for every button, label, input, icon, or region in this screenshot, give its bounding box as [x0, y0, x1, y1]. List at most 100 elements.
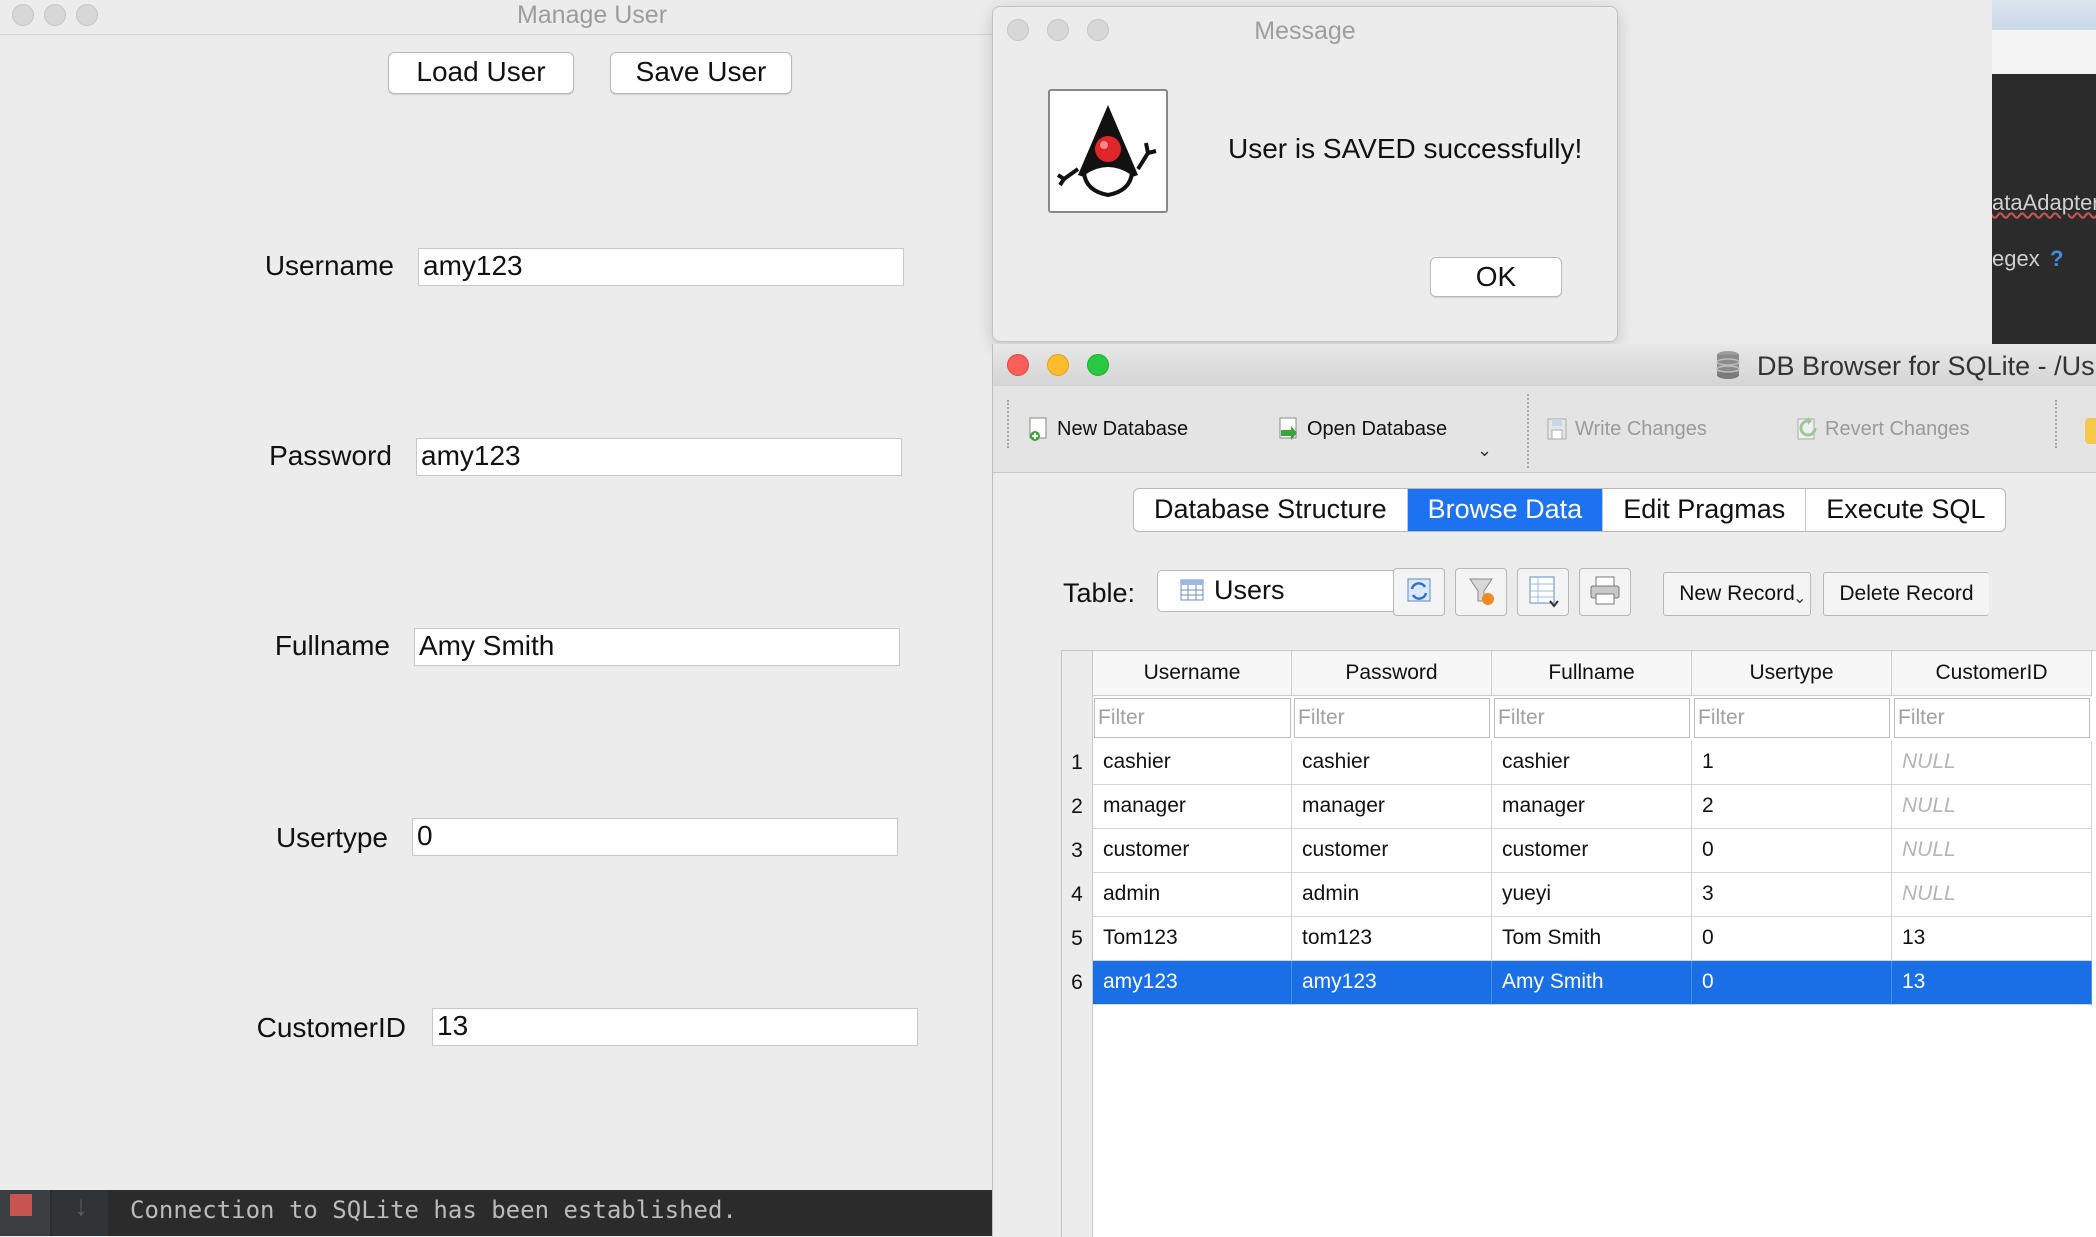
- fullname-label: Fullname: [274, 630, 390, 661]
- revert-changes-button[interactable]: Revert Changes: [1795, 416, 1970, 442]
- ok-button[interactable]: OK: [1430, 257, 1562, 297]
- column-header-fullname[interactable]: Fullname: [1492, 651, 1692, 696]
- filter-username[interactable]: Filter: [1094, 698, 1291, 738]
- table-cell[interactable]: cashier: [1492, 741, 1692, 785]
- open-database-button[interactable]: Open Database: [1277, 416, 1447, 442]
- delete-record-button[interactable]: Delete Record: [1823, 572, 1989, 616]
- save-user-button[interactable]: Save User: [610, 52, 792, 94]
- table-cell[interactable]: 0: [1692, 829, 1892, 873]
- table-cell[interactable]: manager: [1492, 785, 1692, 829]
- clear-filters-button[interactable]: [1455, 568, 1507, 616]
- filter-password[interactable]: Filter: [1294, 698, 1490, 738]
- table-cell-selected[interactable]: amy123: [1292, 961, 1492, 1005]
- table-cell[interactable]: Tom Smith: [1492, 917, 1692, 961]
- row-number[interactable]: 3: [1062, 829, 1092, 873]
- table-cell[interactable]: manager: [1093, 785, 1292, 829]
- tab-edit-pragmas[interactable]: Edit Pragmas: [1603, 489, 1807, 531]
- load-user-button[interactable]: Load User: [388, 52, 574, 94]
- table-cell[interactable]: Tom123: [1093, 917, 1292, 961]
- open-database-label: Open Database: [1307, 417, 1448, 440]
- table-cell[interactable]: customer: [1093, 829, 1292, 873]
- db-browser-titlebar: DB Browser for SQLite - /Us: [993, 344, 2096, 387]
- table-cell[interactable]: admin: [1292, 873, 1492, 917]
- table-cell-selected[interactable]: 13: [1892, 961, 2092, 1005]
- new-record-button[interactable]: New Record: [1663, 572, 1811, 616]
- table-cell[interactable]: NULL: [1892, 785, 2092, 829]
- revert-changes-label: Revert Changes: [1825, 417, 1970, 440]
- row-number[interactable]: 6: [1062, 961, 1092, 1005]
- username-label: Username: [264, 250, 394, 281]
- new-record-menu-arrow-icon[interactable]: ⌄: [1793, 588, 1806, 608]
- table-cell[interactable]: customer: [1292, 829, 1492, 873]
- fullname-field[interactable]: Amy Smith: [414, 628, 900, 666]
- customerid-field[interactable]: 13: [432, 1008, 918, 1046]
- password-label: Password: [269, 440, 392, 471]
- column-header-customerid[interactable]: CustomerID: [1892, 651, 2092, 696]
- table-cell[interactable]: 1: [1692, 741, 1892, 785]
- refresh-button[interactable]: [1393, 568, 1445, 616]
- save-table-button[interactable]: [1517, 568, 1569, 616]
- new-database-icon: [1027, 416, 1051, 442]
- data-grid: Username Password Fullname Usertype Cust…: [1061, 650, 2096, 1237]
- tab-database-structure[interactable]: Database Structure: [1134, 489, 1408, 531]
- database-icon: [1716, 351, 1740, 379]
- table-cell[interactable]: manager: [1292, 785, 1492, 829]
- write-changes-button[interactable]: Write Changes: [1545, 416, 1707, 442]
- revert-changes-icon: [1795, 416, 1819, 442]
- table-cell-selected[interactable]: Amy Smith: [1492, 961, 1692, 1005]
- row-number[interactable]: 2: [1062, 785, 1092, 829]
- filter-fullname[interactable]: Filter: [1494, 698, 1690, 738]
- row-number[interactable]: 1: [1062, 741, 1092, 785]
- toolbar-overflow-icon[interactable]: [2085, 418, 2096, 444]
- column-header-usertype[interactable]: Usertype: [1692, 651, 1892, 696]
- scroll-down-arrow-icon[interactable]: ↓: [66, 1190, 96, 1230]
- table-cell[interactable]: 0: [1692, 917, 1892, 961]
- table-cell[interactable]: tom123: [1292, 917, 1492, 961]
- write-changes-label: Write Changes: [1575, 417, 1707, 440]
- console-panel: ↓ Connection to SQLite has been establis…: [0, 1190, 992, 1236]
- table-cell[interactable]: customer: [1492, 829, 1692, 873]
- stop-icon[interactable]: [10, 1194, 32, 1216]
- column-header-username[interactable]: Username: [1093, 651, 1292, 696]
- table-cell[interactable]: 13: [1892, 917, 2092, 961]
- usertype-label: Usertype: [275, 822, 388, 853]
- filter-customerid[interactable]: Filter: [1894, 698, 2090, 738]
- password-field[interactable]: amy123: [416, 438, 902, 476]
- table-select[interactable]: Users ▲▼: [1157, 570, 1433, 612]
- message-text: User is SAVED successfully!: [1228, 133, 1583, 164]
- column-header-password[interactable]: Password: [1292, 651, 1492, 696]
- filter-clear-icon: [1469, 578, 1494, 605]
- username-field[interactable]: amy123: [418, 248, 904, 286]
- close-window-button[interactable]: [1007, 354, 1029, 376]
- table-cell-selected[interactable]: amy123: [1093, 961, 1292, 1005]
- zoom-window-button[interactable]: [1087, 354, 1109, 376]
- table-cell-selected[interactable]: 0: [1692, 961, 1892, 1005]
- table-cell[interactable]: cashier: [1292, 741, 1492, 785]
- chevron-down-icon[interactable]: ⌄: [1477, 440, 1492, 461]
- help-icon[interactable]: ?: [2050, 246, 2063, 272]
- table-cell[interactable]: NULL: [1892, 741, 2092, 785]
- printer-icon: [1590, 576, 1620, 605]
- java-duke-icon: [1048, 89, 1168, 213]
- filter-usertype[interactable]: Filter: [1694, 698, 1890, 738]
- tab-execute-sql[interactable]: Execute SQL: [1806, 489, 2005, 531]
- console-gutter: [0, 1190, 50, 1236]
- toolbar-separator: [1527, 394, 1529, 468]
- table-cell[interactable]: NULL: [1892, 873, 2092, 917]
- print-button[interactable]: [1579, 568, 1631, 616]
- table-cell[interactable]: yueyi: [1492, 873, 1692, 917]
- tab-browse-data[interactable]: Browse Data: [1407, 489, 1604, 531]
- usertype-field[interactable]: 0: [412, 818, 898, 856]
- table-cell[interactable]: admin: [1093, 873, 1292, 917]
- minimize-window-button[interactable]: [1047, 354, 1069, 376]
- row-number[interactable]: 5: [1062, 917, 1092, 961]
- ide-background-titlebar: [1992, 0, 2096, 30]
- table-cell[interactable]: cashier: [1093, 741, 1292, 785]
- manage-user-titlebar: Manage User: [0, 0, 992, 35]
- row-number[interactable]: 4: [1062, 873, 1092, 917]
- ide-background-window: ataAdapter egex ?: [1992, 0, 2096, 344]
- table-cell[interactable]: 2: [1692, 785, 1892, 829]
- table-cell[interactable]: 3: [1692, 873, 1892, 917]
- new-database-button[interactable]: New Database: [1027, 416, 1188, 442]
- table-cell[interactable]: NULL: [1892, 829, 2092, 873]
